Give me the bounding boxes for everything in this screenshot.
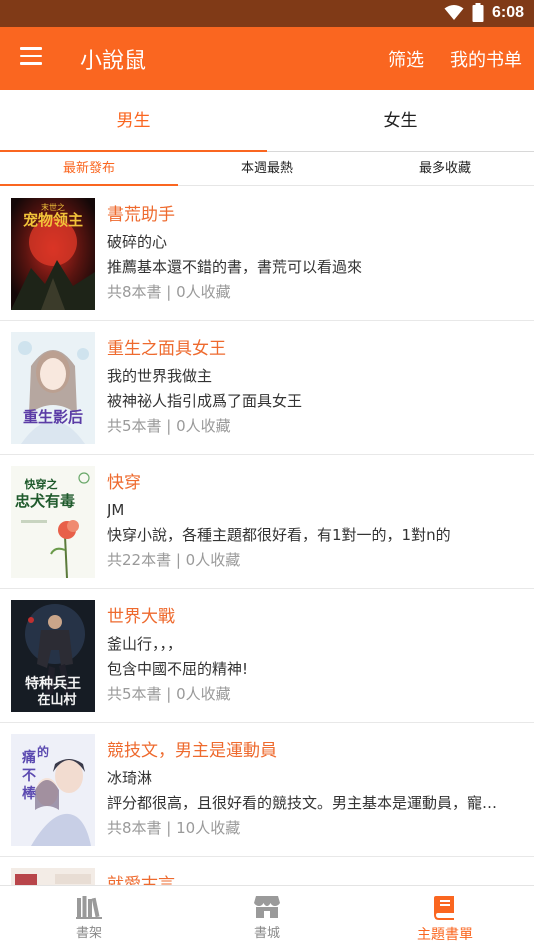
booklist-stats: 共8本書 | 0人收藏 — [107, 283, 231, 301]
svg-text:痛: 痛 — [21, 749, 36, 766]
booklist-description: 被神祕人指引成爲了面具女王 — [107, 392, 303, 410]
tab-weekly-hot[interactable]: 本週最熱 — [178, 153, 356, 185]
book-cover: 特种兵王 在山村 — [11, 600, 95, 712]
app-bar: 小說鼠 筛选 我的书单 — [0, 27, 534, 90]
svg-text:特种兵王: 特种兵王 — [25, 675, 81, 692]
booklist-title: 快穿 — [107, 473, 141, 493]
nav-bookshelf[interactable]: 書架 — [0, 886, 178, 949]
booklist-stats: 共5本書 | 0人收藏 — [107, 685, 231, 703]
svg-text:在山村: 在山村 — [37, 692, 76, 708]
battery-icon — [472, 3, 484, 22]
tab-female[interactable]: 女生 — [267, 90, 534, 151]
book-cover: 宠物领主 末世之 — [11, 198, 95, 310]
booklist-list: 宠物领主 末世之 書荒助手 破碎的心 推薦基本還不錯的書，書荒可以看過來 共8本… — [0, 187, 534, 885]
list-item[interactable]: 宠物领主 末世之 書荒助手 破碎的心 推薦基本還不錯的書，書荒可以看過來 共8本… — [0, 187, 534, 321]
book-cover — [11, 868, 95, 885]
gender-tabs: 男生 女生 — [0, 90, 534, 152]
booklist-title: 重生之面具女王 — [107, 339, 226, 359]
booklist-author: 冰琦淋 — [107, 769, 153, 787]
status-icons: 6:08 — [444, 3, 524, 22]
booklist-title: 世界大戰 — [107, 607, 175, 627]
booklist-title: 競技文，男主是運動員 — [107, 741, 277, 761]
svg-text:快穿之: 快穿之 — [24, 477, 58, 491]
booklist-title: 書荒助手 — [107, 205, 175, 225]
book-cover: 快穿之 忠犬有毒 — [11, 466, 95, 578]
booklist-stats: 共22本書 | 0人收藏 — [107, 551, 241, 569]
list-item[interactable]: 痛 不 棒 的 競技文，男主是運動員 冰琦淋 評分都很高，且很好看的競技文。男主… — [0, 723, 534, 857]
menu-icon[interactable] — [20, 47, 42, 67]
list-item[interactable]: 重生影后 重生之面具女王 我的世界我做主 被神祕人指引成爲了面具女王 共5本書 … — [0, 321, 534, 455]
booklist-stats: 共8本書 | 10人收藏 — [107, 819, 241, 837]
svg-text:重生影后: 重生影后 — [23, 408, 83, 426]
booklist-icon — [434, 896, 454, 920]
svg-text:的: 的 — [37, 744, 49, 759]
nav-booklists[interactable]: 主題書單 — [356, 886, 534, 949]
svg-text:宠物领主: 宠物领主 — [23, 211, 83, 229]
bookshelf-icon — [76, 896, 102, 919]
tab-male[interactable]: 男生 — [0, 90, 267, 152]
booklist-author: 破碎的心 — [107, 233, 168, 251]
booklist-stats: 共5本書 | 0人收藏 — [107, 417, 231, 435]
booklist-description: 推薦基本還不錯的書，書荒可以看過來 — [107, 258, 363, 276]
bottom-nav: 書架 書城 主題書單 — [0, 885, 534, 949]
list-item[interactable]: 特种兵王 在山村 世界大戰 釜山行，，， 包含中國不屈的精神! 共5本書 | 0… — [0, 589, 534, 723]
tab-most-favorited[interactable]: 最多收藏 — [356, 153, 534, 185]
svg-text:忠犬有毒: 忠犬有毒 — [15, 492, 75, 510]
nav-label: 主題書單 — [417, 927, 473, 943]
sort-tabs: 最新發布 本週最熱 最多收藏 — [0, 153, 534, 186]
book-cover: 痛 不 棒 的 — [11, 734, 95, 846]
booklist-author: JM — [107, 501, 125, 519]
booklist-title: 就愛古言 — [107, 875, 175, 885]
svg-text:不: 不 — [22, 768, 36, 784]
booklist-description: 快穿小說，各種主題都很好看，有1對一的，1對n的 — [107, 526, 451, 544]
tab-newest[interactable]: 最新發布 — [0, 153, 178, 186]
book-cover: 重生影后 — [11, 332, 95, 444]
svg-text:棒: 棒 — [22, 785, 37, 802]
status-time: 6:08 — [491, 3, 524, 21]
nav-label: 書架 — [75, 926, 102, 941]
list-item[interactable]: 就愛古言 — [0, 857, 534, 885]
filter-button[interactable]: 筛选 — [388, 46, 424, 72]
app-title: 小說鼠 — [80, 49, 147, 74]
list-item[interactable]: 快穿之 忠犬有毒 快穿 JM 快穿小說，各種主題都很好看，有1對一的，1對n的 … — [0, 455, 534, 589]
booklist-author: 我的世界我做主 — [107, 367, 213, 385]
status-bar: 6:08 — [0, 0, 534, 27]
nav-store[interactable]: 書城 — [178, 886, 356, 949]
wifi-icon — [444, 4, 464, 20]
booklist-author: 釜山行，，， — [107, 635, 183, 653]
my-booklist-button[interactable]: 我的书单 — [450, 46, 522, 72]
booklist-description: 評分都很高，且很好看的競技文。男主基本是運動員，寵… — [107, 794, 498, 812]
nav-label: 書城 — [253, 926, 280, 941]
store-icon — [254, 896, 280, 918]
svg-text:末世之: 末世之 — [41, 202, 65, 212]
booklist-description: 包含中國不屈的精神! — [107, 660, 249, 678]
